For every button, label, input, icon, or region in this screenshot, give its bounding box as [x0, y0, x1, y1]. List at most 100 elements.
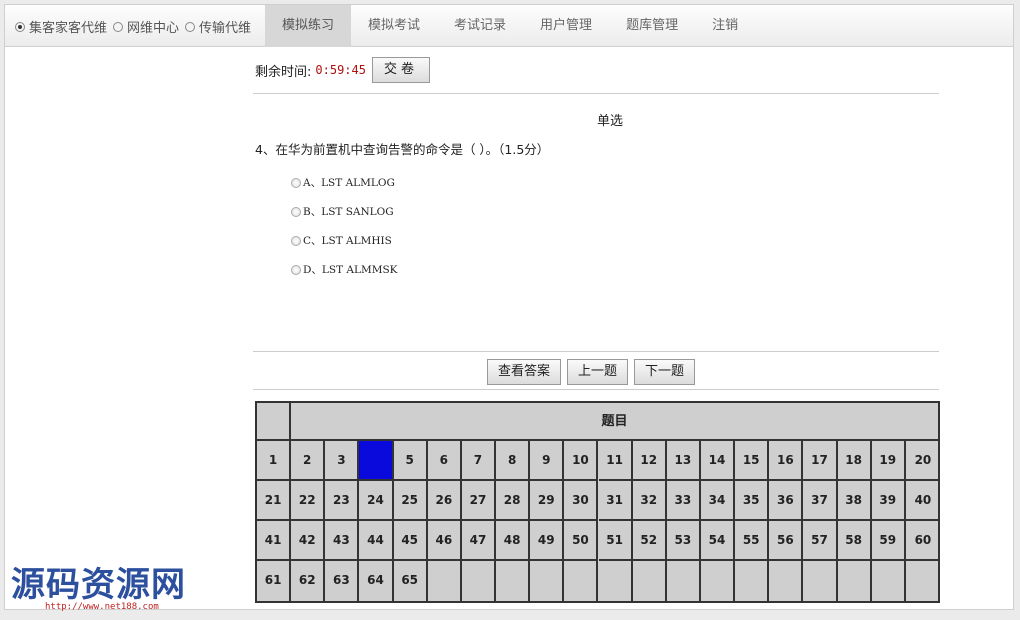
- question-number-cell[interactable]: 42: [291, 521, 326, 561]
- option-label: C、LST ALMHIS: [303, 235, 392, 247]
- question-number-cell[interactable]: 35: [735, 481, 770, 521]
- radio-option-chuanshu[interactable]: 传输代维: [185, 17, 251, 36]
- divider: [253, 389, 939, 390]
- view-answer-button[interactable]: 查看答案: [487, 359, 562, 385]
- question-number-cell[interactable]: 21: [257, 481, 292, 521]
- question-number-cell[interactable]: 7: [461, 441, 497, 481]
- radio-unselected-icon[interactable]: [185, 21, 196, 32]
- question-number-cell[interactable]: 59: [871, 521, 906, 561]
- option-d[interactable]: D、LST ALMMSK: [291, 255, 398, 284]
- question-number-cell[interactable]: 54: [700, 521, 736, 561]
- question-number-cell[interactable]: 29: [530, 481, 565, 521]
- empty-grid-cell: [599, 561, 633, 601]
- option-b[interactable]: B、LST SANLOG: [291, 197, 398, 226]
- main-nav-tabs: 模拟练习 模拟考试 考试记录 用户管理 题库管理 注销: [265, 5, 755, 47]
- question-number-cell[interactable]: 46: [427, 521, 462, 561]
- question-number-cell[interactable]: 16: [769, 441, 804, 481]
- option-label: B、LST SANLOG: [303, 206, 394, 218]
- question-number-cell[interactable]: 38: [837, 481, 872, 521]
- question-number-cell[interactable]: 22: [291, 481, 326, 521]
- next-question-button[interactable]: 下一题: [634, 359, 696, 385]
- question-number-cell[interactable]: 37: [803, 481, 838, 521]
- question-number-cell[interactable]: 4: [359, 441, 394, 481]
- option-c[interactable]: C、LST ALMHIS: [291, 226, 398, 255]
- question-number-cell[interactable]: 27: [461, 481, 497, 521]
- question-number-cell[interactable]: 47: [461, 521, 497, 561]
- question-number-cell[interactable]: 20: [905, 441, 940, 481]
- tab-practice[interactable]: 模拟练习: [265, 5, 352, 47]
- radio-option-jike[interactable]: 集客家客代维: [15, 17, 107, 36]
- question-actions: 查看答案 上一题 下一题: [487, 359, 696, 385]
- question-number-cell[interactable]: 24: [359, 481, 394, 521]
- radio-option-wangwei[interactable]: 网维中心: [113, 17, 179, 36]
- question-number-cell[interactable]: 60: [905, 521, 940, 561]
- question-number-cell[interactable]: 6: [427, 441, 462, 481]
- tab-exam-records[interactable]: 考试记录: [437, 5, 523, 47]
- question-number-cell[interactable]: 64: [359, 561, 394, 601]
- question-number-cell[interactable]: 2: [291, 441, 326, 481]
- question-number-cell[interactable]: 34: [700, 481, 736, 521]
- question-number-cell[interactable]: 30: [564, 481, 599, 521]
- question-number-cell[interactable]: 48: [496, 521, 531, 561]
- tab-mock-exam[interactable]: 模拟考试: [351, 5, 437, 47]
- question-number-cell[interactable]: 55: [735, 521, 770, 561]
- question-number-cell[interactable]: 8: [496, 441, 531, 481]
- tab-user-management[interactable]: 用户管理: [523, 5, 609, 47]
- question-number-cell[interactable]: 9: [530, 441, 565, 481]
- question-number-cell[interactable]: 19: [871, 441, 906, 481]
- question-number-cell[interactable]: 32: [632, 481, 667, 521]
- question-number-cell[interactable]: 58: [837, 521, 872, 561]
- question-number-cell[interactable]: 18: [837, 441, 872, 481]
- tab-question-bank[interactable]: 题库管理: [609, 5, 695, 47]
- radio-unselected-icon[interactable]: [113, 21, 124, 32]
- question-number-cell[interactable]: 63: [325, 561, 360, 601]
- question-number-cell[interactable]: 44: [359, 521, 394, 561]
- question-number-cell[interactable]: 41: [257, 521, 292, 561]
- question-number-cell[interactable]: 3: [325, 441, 360, 481]
- question-number-cell[interactable]: 11: [598, 441, 633, 481]
- unit-radio-group: 集客家客代维 网维中心 传输代维: [15, 17, 251, 36]
- question-navigator-grid: 题目 1 2 3 4 5 6 7 8 9 10 11 12 13 14 15 16 17 18 19 20 21 22 23…: [255, 401, 940, 603]
- option-radio-icon[interactable]: [291, 177, 301, 188]
- question-number-cell[interactable]: 52: [632, 521, 667, 561]
- question-number-cell[interactable]: 36: [769, 481, 804, 521]
- question-number-cell[interactable]: 39: [871, 481, 906, 521]
- radio-selected-icon[interactable]: [15, 21, 25, 32]
- option-radio-icon[interactable]: [291, 264, 301, 275]
- question-number-cell[interactable]: 13: [666, 441, 701, 481]
- question-number-cell[interactable]: 50: [564, 521, 599, 561]
- question-number-cell[interactable]: 57: [803, 521, 838, 561]
- question-number-cell[interactable]: 51: [598, 521, 633, 561]
- question-number-cell[interactable]: 61: [257, 561, 292, 601]
- question-number-cell[interactable]: 25: [393, 481, 428, 521]
- option-radio-icon[interactable]: [291, 206, 301, 217]
- question-number-cell[interactable]: 31: [598, 481, 633, 521]
- question-number-cell[interactable]: 49: [530, 521, 565, 561]
- option-a[interactable]: A、LST ALMLOG: [291, 168, 398, 197]
- question-number-cell[interactable]: 33: [666, 481, 701, 521]
- empty-grid-cell: [633, 561, 667, 601]
- question-number-cell[interactable]: 23: [325, 481, 360, 521]
- question-number-cell[interactable]: 14: [700, 441, 736, 481]
- submit-exam-button[interactable]: 交卷: [371, 57, 430, 83]
- question-number-cell[interactable]: 53: [666, 521, 701, 561]
- question-number-cell[interactable]: 45: [393, 521, 428, 561]
- question-number-cell[interactable]: 40: [905, 481, 940, 521]
- tab-logout[interactable]: 注销: [695, 5, 755, 47]
- empty-grid-cell: [462, 561, 497, 601]
- option-radio-icon[interactable]: [291, 235, 301, 246]
- prev-question-button[interactable]: 上一题: [567, 359, 629, 385]
- question-number-cell[interactable]: 65: [394, 561, 428, 601]
- question-number-cell[interactable]: 1: [257, 441, 292, 481]
- question-number-cell[interactable]: 28: [496, 481, 531, 521]
- question-number-cell[interactable]: 10: [564, 441, 599, 481]
- question-number-cell[interactable]: 15: [735, 441, 770, 481]
- question-number-cell[interactable]: 12: [632, 441, 667, 481]
- question-number-cell[interactable]: 56: [769, 521, 804, 561]
- option-label: A、LST ALMLOG: [303, 177, 395, 189]
- question-number-cell[interactable]: 17: [803, 441, 838, 481]
- question-number-cell[interactable]: 26: [427, 481, 462, 521]
- question-number-cell[interactable]: 62: [291, 561, 326, 601]
- question-number-cell[interactable]: 5: [393, 441, 428, 481]
- question-number-cell[interactable]: 43: [325, 521, 360, 561]
